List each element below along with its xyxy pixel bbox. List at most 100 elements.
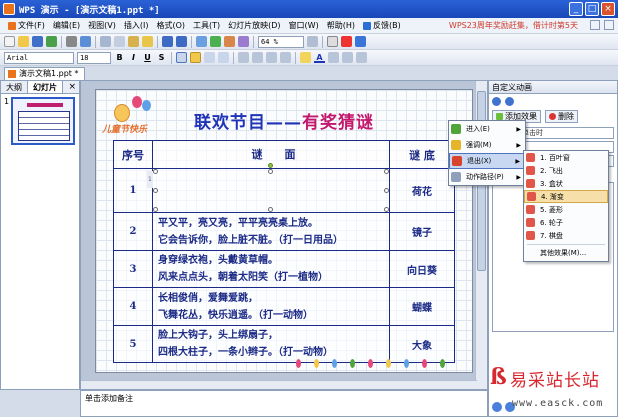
maximize-button[interactable]: □ [585,2,599,16]
slide-thumbnail[interactable] [11,97,75,145]
bold-button[interactable]: B [114,52,125,63]
menu-tools[interactable]: 工具(T) [189,20,224,31]
row-number[interactable]: 4 [113,287,153,326]
italic-button[interactable]: I [128,52,139,63]
close-button[interactable]: × [601,2,615,16]
export-icon[interactable] [46,36,57,47]
new-slide-icon[interactable] [355,36,366,47]
rotate-handle[interactable] [268,163,273,168]
zoom-select[interactable]: 64 % [258,35,304,48]
menu-help[interactable]: 帮助(H) [323,20,359,31]
tab-document[interactable]: 演示文稿1.ppt * [4,67,86,80]
doc-close-button[interactable] [604,20,614,30]
line-style-icon[interactable] [328,52,339,63]
menu-window[interactable]: 窗口(W) [285,20,323,31]
font-color-button[interactable]: A [314,52,325,63]
redo-icon[interactable] [176,36,187,47]
answer-cell[interactable]: 荷花 [389,168,455,213]
slide-title[interactable]: 联欢节目——有奖猜谜 [96,108,472,133]
riddle-cell[interactable]: 长相俊俏，爱舞爱跳， 飞舞花丛，快乐逍遥。（打一动物） [152,287,390,326]
riddle-table[interactable]: 序号 谜 面 谜 底 1 1 荷花 2 平又平，亮又亮，平平亮亮桌上放。 它会告… [113,140,455,363]
format-painter-icon[interactable] [142,36,153,47]
exit-effect-diamond[interactable]: 5. 菱形 [524,203,608,216]
increase-font-icon[interactable] [266,52,277,63]
riddle-cell[interactable]: 身穿绿衣袍，头戴黄草帽。 风来点点头，朝着太阳笑（打一植物） [152,250,390,288]
copy-icon[interactable] [114,36,125,47]
underline-button[interactable]: U [142,52,153,63]
slide-canvas[interactable]: 儿童节快乐 联欢节目——有奖猜谜 序号 谜 面 谜 底 1 1 荷花 2 平又平… [95,89,473,373]
row-number[interactable]: 2 [113,212,153,251]
menu-item-entrance[interactable]: 进入(E) ▶ [449,121,525,137]
menu-format[interactable]: 格式(O) [152,20,189,31]
header-number[interactable]: 序号 [113,140,153,169]
answer-cell[interactable]: 镜子 [389,212,455,251]
exit-effect-fade[interactable]: 4. 渐变 [524,190,608,203]
menu-view[interactable]: 视图(V) [84,20,120,31]
forward-icon[interactable] [505,96,514,106]
answer-cell[interactable]: 向日葵 [389,250,455,288]
insert-chart-icon[interactable] [210,36,221,47]
align-right-icon[interactable] [204,52,215,63]
slideshow-icon[interactable] [341,36,352,47]
menu-insert[interactable]: 插入(I) [120,20,153,31]
exit-effect-fly-out[interactable]: 2. 飞出 [524,164,608,177]
print-preview-icon[interactable] [80,36,91,47]
header-answer[interactable]: 谜 底 [389,140,455,169]
hyperlink-icon[interactable] [238,36,249,47]
cut-icon[interactable] [100,36,111,47]
shadow-style-icon[interactable] [356,52,367,63]
color-grayscale-icon[interactable] [327,36,338,47]
bullets-icon[interactable] [252,52,263,63]
font-name-select[interactable]: Arial [4,51,74,64]
shadow-button[interactable]: S [156,52,167,63]
menu-item-motion-path[interactable]: 动作路径(P) ▶ [449,169,525,185]
tab-slides[interactable]: 幻灯片 [28,81,63,93]
answer-cell[interactable]: 蝴蝶 [389,287,455,326]
font-size-select[interactable]: 18 [77,51,111,64]
exit-effect-wheel[interactable]: 6. 轮子 [524,216,608,229]
paste-icon[interactable] [128,36,139,47]
resize-handle[interactable] [384,169,389,174]
delete-effect-button[interactable]: 删除 [545,110,578,123]
decrease-font-icon[interactable] [280,52,291,63]
resize-handle[interactable] [384,207,389,212]
doc-minimize-button[interactable] [590,20,600,30]
new-icon[interactable] [4,36,15,47]
notes-pane[interactable]: 单击添加备注 [80,390,488,417]
menu-slideshow[interactable]: 幻灯片放映(D) [224,20,284,31]
save-icon[interactable] [32,36,43,47]
exit-effect-box[interactable]: 3. 盒状 [524,177,608,190]
menu-item-emphasis[interactable]: 强调(M) ▶ [449,137,525,153]
open-icon[interactable] [18,36,29,47]
exit-effect-blinds[interactable]: 1. 百叶窗 [524,151,608,164]
align-center-icon[interactable] [190,52,201,63]
menu-feedback[interactable]: 反馈(B) [359,20,405,31]
close-pane-icon[interactable]: × [68,81,79,93]
promo-banner[interactable]: WPS23周年奖励赶集，借计时第5天 [449,20,578,31]
start-select[interactable]: 单击时 [519,127,614,139]
resize-handle[interactable] [153,188,158,193]
menu-edit[interactable]: 编辑(E) [49,20,84,31]
numbering-icon[interactable] [238,52,249,63]
row-number[interactable]: 3 [113,250,153,288]
more-effects-item[interactable]: 其他效果(M)... [524,247,608,259]
fill-color-icon[interactable] [300,52,311,63]
insert-picture-icon[interactable] [224,36,235,47]
riddle-cell-selected[interactable]: 1 [147,163,390,213]
menu-item-exit[interactable]: 退出(X) ▶ [449,153,525,169]
print-icon[interactable] [66,36,77,47]
resize-handle[interactable] [268,207,273,212]
insert-table-icon[interactable] [196,36,207,47]
resize-handle[interactable] [268,169,273,174]
menu-file[interactable]: 文件(F) [4,20,49,31]
row-number[interactable]: 5 [113,325,153,363]
align-left-icon[interactable] [176,52,187,63]
riddle-cell[interactable]: 平又平，亮又亮，平平亮亮桌上放。 它会告诉你，脸上脏不脏。（打一日用品） [152,212,390,251]
resize-handle[interactable] [384,188,389,193]
arrow-style-icon[interactable] [342,52,353,63]
exit-effect-checkerboard[interactable]: 7. 棋盘 [524,229,608,242]
help-icon[interactable] [307,36,318,47]
resize-handle[interactable] [153,207,158,212]
undo-icon[interactable] [162,36,173,47]
justify-icon[interactable] [218,52,229,63]
